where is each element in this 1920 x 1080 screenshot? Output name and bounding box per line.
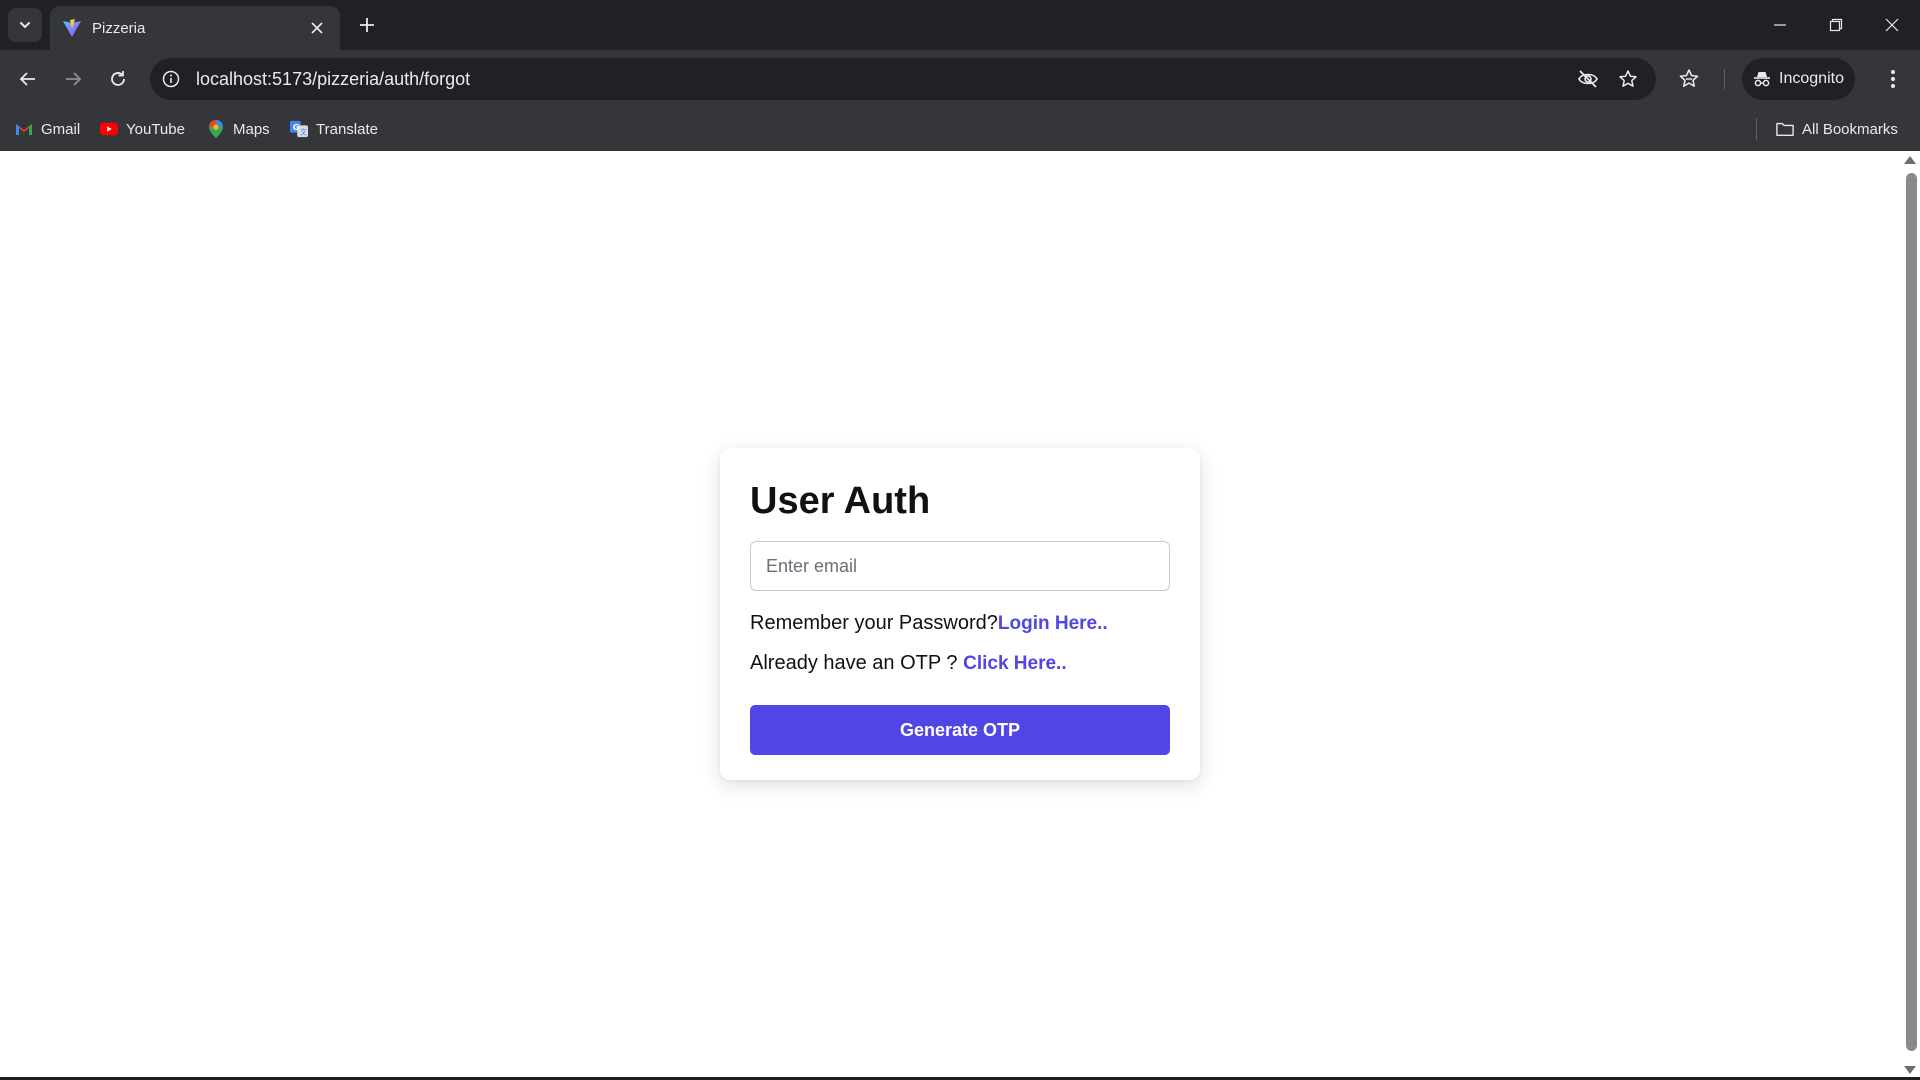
bookmark-label: Translate	[316, 120, 378, 138]
restore-icon	[1829, 18, 1843, 32]
close-tab-icon[interactable]	[306, 17, 328, 39]
svg-text:G: G	[293, 122, 300, 132]
maps-icon	[207, 120, 225, 138]
bookmarks-separator	[1756, 118, 1757, 140]
bookmark-translate[interactable]: G 文 Translate	[290, 116, 378, 142]
vertical-scrollbar[interactable]	[1902, 151, 1920, 1080]
all-bookmarks-label: All Bookmarks	[1802, 120, 1898, 138]
close-icon	[1885, 18, 1899, 32]
email-field[interactable]	[750, 541, 1170, 591]
kebab-menu-icon	[1891, 70, 1895, 88]
reload-button[interactable]	[100, 61, 136, 97]
window-controls	[1752, 0, 1920, 50]
incognito-icon	[1754, 72, 1771, 87]
folder-icon	[1776, 120, 1794, 138]
bookmark-star-icon[interactable]	[1610, 61, 1646, 97]
bookmark-label: Maps	[233, 120, 270, 138]
tab-title: Pizzeria	[92, 19, 146, 37]
bookmark-gmail[interactable]: Gmail	[15, 116, 80, 142]
forward-button[interactable]	[55, 61, 91, 97]
incognito-badge[interactable]: Incognito	[1742, 58, 1855, 100]
close-window-button[interactable]	[1864, 0, 1920, 50]
svg-text:文: 文	[300, 127, 307, 136]
minimize-icon	[1774, 24, 1786, 26]
page-viewport: User Auth Remember your Password?Login H…	[0, 151, 1920, 1080]
bookmarks-bar: Gmail YouTube Maps G 文 Translate All Boo…	[0, 108, 1920, 151]
gmail-icon	[15, 120, 33, 138]
browser-menu-button[interactable]	[1875, 61, 1911, 97]
bookmark-label: Gmail	[41, 120, 81, 138]
restore-button[interactable]	[1808, 0, 1864, 50]
incognito-label: Incognito	[1779, 70, 1844, 87]
address-bar[interactable]: localhost:5173/pizzeria/auth/forgot	[150, 58, 1656, 100]
login-link[interactable]: Login Here..	[998, 613, 1108, 634]
youtube-icon	[100, 120, 118, 138]
bookmark-maps[interactable]: Maps	[207, 116, 270, 142]
chevron-down-icon	[20, 22, 30, 29]
scroll-up-arrow-icon[interactable]	[1904, 156, 1916, 164]
otp-text: Already have an OTP ?	[750, 652, 964, 674]
new-tab-button[interactable]	[354, 12, 380, 38]
tab-search-button[interactable]	[8, 8, 42, 42]
minimize-button[interactable]	[1752, 0, 1808, 50]
reading-list-icon[interactable]	[1671, 61, 1707, 97]
arrow-left-icon	[19, 72, 35, 86]
scroll-down-arrow-icon[interactable]	[1904, 1066, 1916, 1074]
url-text[interactable]: localhost:5173/pizzeria/auth/forgot	[196, 69, 1566, 90]
vite-icon	[62, 18, 82, 38]
tab-strip: Pizzeria	[0, 0, 1920, 50]
otp-row: Already have an OTP ? Click Here..	[750, 651, 1170, 675]
scrollbar-thumb[interactable]	[1906, 173, 1917, 1051]
arrow-right-icon	[66, 72, 82, 86]
page-title: User Auth	[750, 480, 931, 522]
back-button[interactable]	[10, 61, 46, 97]
toolbar-separator	[1724, 69, 1725, 89]
bookmark-label: YouTube	[126, 120, 185, 138]
generate-otp-button[interactable]: Generate OTP	[750, 705, 1170, 755]
bookmark-youtube[interactable]: YouTube	[100, 116, 185, 142]
browser-tab[interactable]: Pizzeria	[50, 6, 340, 50]
eye-off-icon[interactable]	[1570, 61, 1606, 97]
translate-icon: G 文	[290, 120, 308, 138]
plus-icon	[360, 18, 374, 32]
site-info-icon[interactable]	[156, 64, 186, 94]
otp-link[interactable]: Click Here..	[963, 653, 1067, 674]
reload-icon	[111, 71, 125, 86]
all-bookmarks[interactable]: All Bookmarks	[1776, 116, 1898, 142]
remember-password-text: Remember your Password?	[750, 612, 998, 634]
browser-toolbar: localhost:5173/pizzeria/auth/forgot Inco…	[0, 50, 1920, 108]
auth-card: User Auth Remember your Password?Login H…	[720, 448, 1200, 780]
remember-password-row: Remember your Password?Login Here..	[750, 611, 1170, 635]
